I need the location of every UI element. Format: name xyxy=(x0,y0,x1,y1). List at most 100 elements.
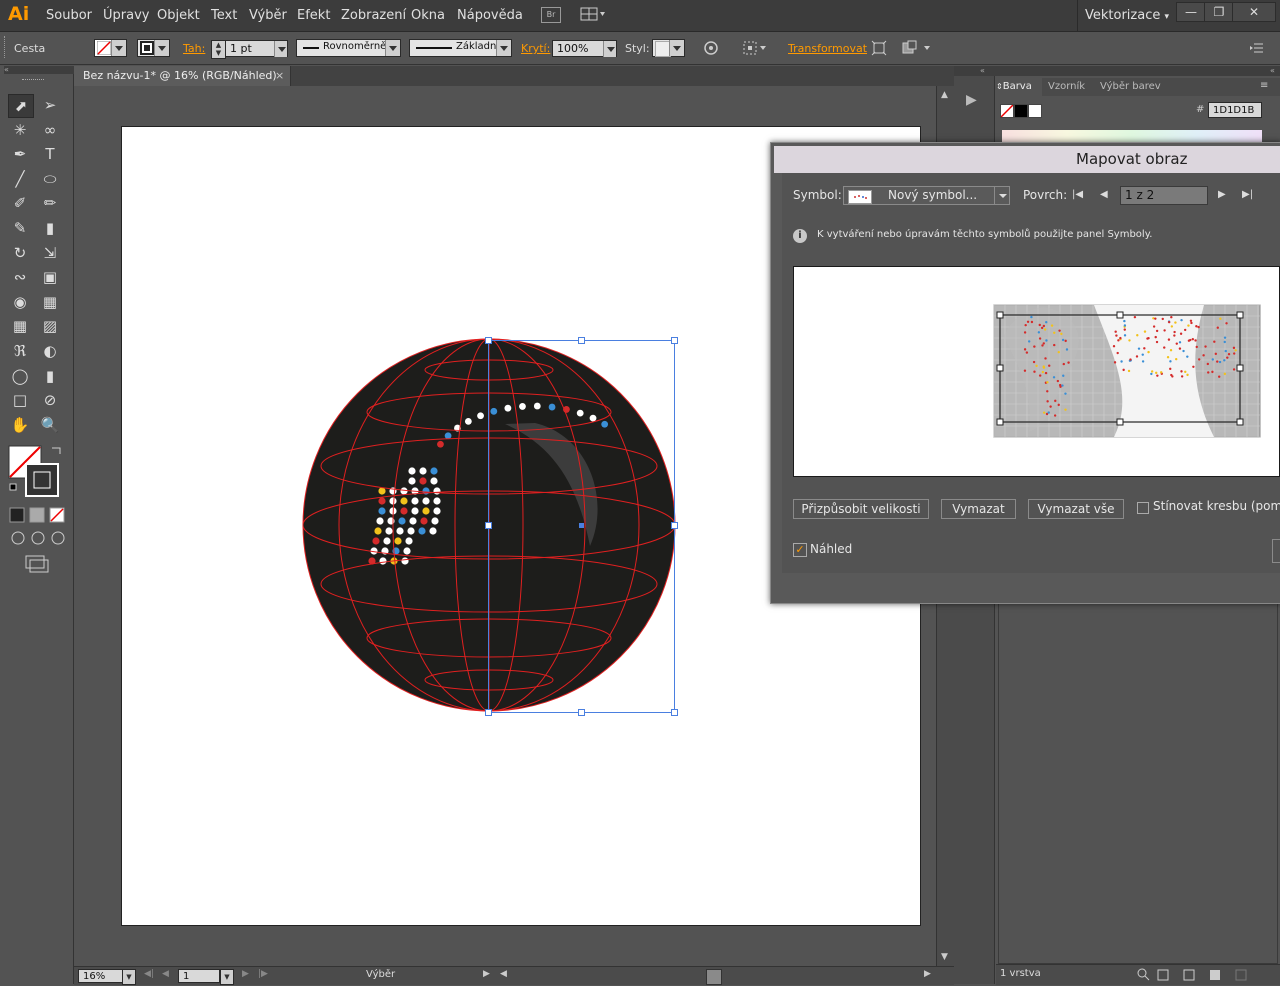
menu-objekt[interactable]: Objekt xyxy=(157,8,200,23)
pencil-tool-icon[interactable]: ✏ xyxy=(38,192,62,214)
stroke-label[interactable]: Tah: xyxy=(183,42,205,55)
symbol-handle[interactable] xyxy=(996,418,1004,426)
line-tool-icon[interactable]: ╱ xyxy=(8,168,32,190)
selection-handle[interactable] xyxy=(578,337,585,344)
gradient-tool-icon[interactable]: ▨ xyxy=(38,315,62,337)
recolor-artwork-icon[interactable] xyxy=(704,41,718,55)
symbol-handle[interactable] xyxy=(1116,311,1124,319)
stroke-dropdown[interactable] xyxy=(137,39,170,57)
scroll-left-icon[interactable]: ◀ xyxy=(500,969,507,979)
artboard-field[interactable]: 1 xyxy=(178,969,220,983)
symbol-handle[interactable] xyxy=(1116,418,1124,426)
perspective-tool-icon[interactable]: ▦ xyxy=(38,291,62,313)
tab-barva[interactable]: ⇕Barva xyxy=(996,78,1042,96)
scroll-up-icon[interactable]: ▲ xyxy=(941,90,948,100)
scale-tool-icon[interactable]: ⇲ xyxy=(38,242,62,264)
free-transform-tool-icon[interactable]: ▣ xyxy=(38,266,62,288)
close-button[interactable]: ✕ xyxy=(1232,2,1276,22)
restore-button[interactable]: ❐ xyxy=(1204,2,1234,22)
zoom-tool-icon[interactable]: 🔍 xyxy=(38,414,62,436)
globe-artwork[interactable] xyxy=(290,326,690,726)
color-panel-menu-icon[interactable]: ≡ xyxy=(1260,80,1268,91)
stroke-weight-dropdown[interactable] xyxy=(274,40,288,57)
brush-definition[interactable]: Základní xyxy=(409,39,512,57)
first-artboard-icon[interactable]: ◀| xyxy=(144,969,154,979)
menu-okna[interactable]: Okna xyxy=(411,8,445,23)
last-artboard-icon[interactable]: |▶ xyxy=(258,969,268,979)
eyedropper-tool-icon[interactable]: ℜ xyxy=(8,340,32,362)
surface-field[interactable]: 1 z 2 xyxy=(1120,186,1208,205)
stroke-weight-field[interactable]: 1 pt xyxy=(225,40,275,57)
eraser-tool-icon[interactable]: ▮ xyxy=(38,217,62,239)
selection-handle[interactable] xyxy=(671,709,678,716)
style-dropdown[interactable] xyxy=(652,39,685,57)
prev-surface-icon[interactable]: ◀ xyxy=(1100,189,1108,200)
menu-upravy[interactable]: Úpravy xyxy=(103,8,149,23)
bridge-button[interactable]: Br xyxy=(541,7,561,23)
pen-tool-icon[interactable]: ✒ xyxy=(8,143,32,165)
first-surface-icon[interactable]: |◀ xyxy=(1072,189,1083,200)
symbol-handle[interactable] xyxy=(996,311,1004,319)
slice-tool-icon[interactable]: ⊘ xyxy=(38,389,62,411)
hand-tool-icon[interactable]: ✋ xyxy=(8,414,32,436)
isolate-icon[interactable] xyxy=(871,40,887,56)
selection-handle[interactable] xyxy=(578,709,585,716)
arrange-documents-button[interactable] xyxy=(580,7,606,22)
document-tab[interactable]: Bez názvu-1* @ 16% (RGB/Náhled) × xyxy=(74,66,291,86)
zoom-field[interactable]: 16% xyxy=(78,969,124,983)
menu-soubor[interactable]: Soubor xyxy=(46,8,92,23)
lasso-tool-icon[interactable]: ∞ xyxy=(38,119,62,141)
workspace-switcher[interactable]: Vektorizace ▾ xyxy=(1085,8,1169,23)
symbol-handle[interactable] xyxy=(1236,418,1244,426)
warp-tool-icon[interactable]: ∾ xyxy=(8,266,32,288)
mesh-tool-icon[interactable]: ▦ xyxy=(8,315,32,337)
status-menu-icon[interactable]: ▶ xyxy=(483,969,490,979)
artboard-dropdown[interactable]: ▼ xyxy=(220,969,234,985)
next-artboard-icon[interactable]: ▶ xyxy=(242,969,249,979)
menu-text[interactable]: Text xyxy=(211,8,237,23)
opacity-dropdown[interactable] xyxy=(603,40,617,57)
clear-all-button[interactable]: Vymazat vše xyxy=(1028,499,1124,519)
opacity-label[interactable]: Krytí: xyxy=(521,42,550,55)
transform-link[interactable]: Transformovat xyxy=(788,42,867,55)
arrange-icon[interactable] xyxy=(902,40,932,56)
selection-handle[interactable] xyxy=(671,522,678,529)
paintbrush-tool-icon[interactable]: ✐ xyxy=(8,192,32,214)
magic-wand-tool-icon[interactable]: ✳ xyxy=(8,119,32,141)
grip-handle[interactable] xyxy=(22,79,44,83)
clear-button[interactable]: Vymazat xyxy=(941,499,1016,519)
blob-brush-tool-icon[interactable]: ✎ xyxy=(8,217,32,239)
white-swatch[interactable] xyxy=(1028,104,1042,118)
fill-stroke-widget[interactable] xyxy=(8,444,68,584)
hex-field[interactable]: 1D1D1B xyxy=(1208,102,1262,118)
black-swatch[interactable] xyxy=(1014,104,1028,118)
symbol-handle[interactable] xyxy=(996,364,1004,372)
ok-button-edge[interactable] xyxy=(1272,539,1280,563)
last-surface-icon[interactable]: ▶| xyxy=(1242,189,1253,200)
shape-builder-tool-icon[interactable]: ◉ xyxy=(8,291,32,313)
symbol-dropdown[interactable]: Nový symbol... xyxy=(843,186,1010,205)
selection-handle[interactable] xyxy=(485,709,492,716)
fit-to-size-button[interactable]: Přizpůsobit velikosti xyxy=(793,499,929,519)
prev-artboard-icon[interactable]: ◀ xyxy=(162,969,169,979)
tab-vyber-barev[interactable]: Výběr barev xyxy=(1100,78,1161,96)
rotate-tool-icon[interactable]: ↻ xyxy=(8,242,32,264)
align-options-icon[interactable] xyxy=(742,40,768,56)
selection-handle[interactable] xyxy=(485,522,492,529)
scroll-right-icon[interactable]: ▶ xyxy=(924,969,931,979)
fill-dropdown[interactable] xyxy=(94,39,127,57)
selection-handle[interactable] xyxy=(671,337,678,344)
direct-selection-tool-icon[interactable]: ➢ xyxy=(38,94,62,116)
panel-menu-icon[interactable] xyxy=(1250,41,1264,55)
collapse-dock-icon[interactable]: « xyxy=(980,66,985,75)
close-tab-icon[interactable]: × xyxy=(275,66,284,86)
menu-zobrazeni[interactable]: Zobrazení xyxy=(341,8,406,23)
scroll-down-icon[interactable]: ▼ xyxy=(941,952,948,962)
collapse-panel-icon[interactable]: « xyxy=(1270,66,1275,75)
artboard-tool-icon[interactable]: □ xyxy=(8,389,32,411)
menu-vyber[interactable]: Výběr xyxy=(249,8,287,23)
tab-vzornik[interactable]: Vzorník xyxy=(1048,78,1085,96)
variable-width-profile[interactable]: Rovnoměrně xyxy=(296,39,401,57)
collapse-tools-icon[interactable]: « xyxy=(4,66,74,74)
symbol-handle[interactable] xyxy=(1236,364,1244,372)
